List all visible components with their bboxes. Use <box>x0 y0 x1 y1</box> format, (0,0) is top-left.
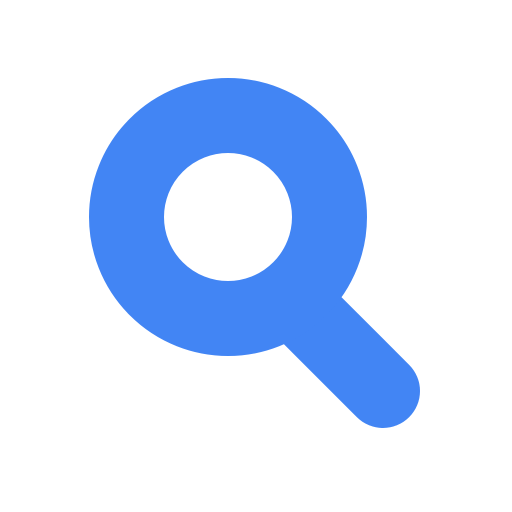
app-icon-canvas <box>0 0 512 512</box>
magnifier-lens-ring <box>89 78 367 356</box>
magnifier-handle <box>273 281 420 428</box>
search-icon-graphic <box>89 78 420 428</box>
search-icon[interactable] <box>0 0 512 512</box>
